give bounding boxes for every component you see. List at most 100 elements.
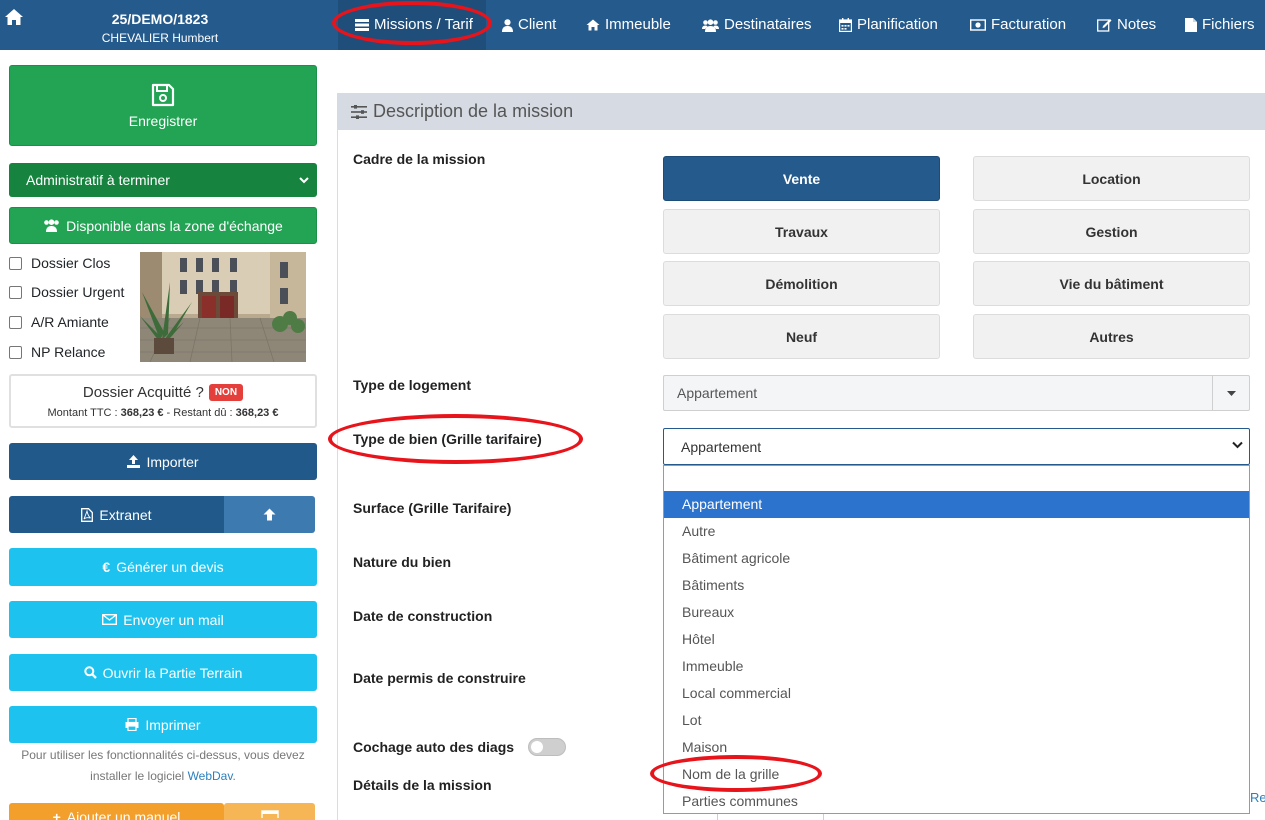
- send-mail-button[interactable]: Envoyer un mail: [9, 601, 317, 638]
- tab-missions-tarif[interactable]: Missions / Tarif: [355, 0, 473, 50]
- dropdown-option[interactable]: Nom de la grille: [664, 761, 1249, 788]
- label-cochage-auto: Cochage auto des diags: [353, 739, 515, 755]
- dropdown-option[interactable]: Appartement: [664, 491, 1249, 518]
- cadre-option-location[interactable]: Location: [973, 156, 1250, 201]
- checkbox-box[interactable]: [9, 285, 22, 299]
- dropdown-option[interactable]: Lot: [664, 707, 1249, 734]
- property-photo[interactable]: [140, 252, 306, 362]
- sliders-icon: [351, 104, 367, 119]
- cadre-option-neuf[interactable]: Neuf: [663, 314, 940, 359]
- import-button[interactable]: Importer: [9, 443, 317, 480]
- dossier-status-select[interactable]: Administratif à terminer: [9, 163, 317, 197]
- tab-destinataires[interactable]: Destinataires: [702, 0, 812, 50]
- webdav-note-end: .: [232, 769, 236, 783]
- envelope-icon: [102, 614, 118, 625]
- panel-title: Description de la mission: [373, 101, 574, 121]
- cadre-option-vente[interactable]: Vente: [663, 156, 940, 201]
- cadre-option-travaux[interactable]: Travaux: [663, 209, 940, 254]
- add-manual-secondary-button[interactable]: [224, 803, 315, 820]
- tab-immeuble[interactable]: Immeuble: [586, 0, 671, 50]
- dropdown-option[interactable]: Local commercial: [664, 680, 1249, 707]
- dropdown-option[interactable]: Parties communes: [664, 788, 1249, 815]
- dropdown-option[interactable]: Bureaux: [664, 599, 1249, 626]
- relier-link-fragment[interactable]: Relie: [1250, 790, 1265, 805]
- print-button[interactable]: Imprimer: [9, 706, 317, 743]
- list-icon: [355, 19, 369, 31]
- webdav-note-text: Pour utiliser les fonctionnalités ci-des…: [21, 748, 305, 783]
- calendar-icon: [260, 809, 279, 818]
- save-button[interactable]: Enregistrer: [9, 65, 317, 146]
- euro-icon: €: [102, 559, 111, 575]
- checkbox-box[interactable]: [9, 315, 22, 329]
- dropdown-option[interactable]: Bâtiments: [664, 572, 1249, 599]
- dropdown-option[interactable]: Maison: [664, 734, 1249, 761]
- file-icon: [1185, 18, 1197, 32]
- tab-planification-label: Planification: [857, 16, 938, 33]
- open-terrain-button[interactable]: Ouvrir la Partie Terrain: [9, 654, 317, 691]
- tab-missions-tarif-label: Missions / Tarif: [374, 16, 473, 33]
- type-bien-select[interactable]: Appartement: [663, 428, 1250, 465]
- checkbox-label: Dossier Clos: [31, 255, 111, 271]
- floppy-disk-icon: [151, 83, 175, 106]
- dropdown-option[interactable]: Bâtiment agricole: [664, 545, 1249, 572]
- send-mail-label: Envoyer un mail: [123, 611, 224, 628]
- checkbox-np-relance[interactable]: NP Relance: [9, 344, 105, 360]
- checkbox-label: Dossier Urgent: [31, 284, 125, 300]
- tab-notes[interactable]: Notes: [1097, 0, 1156, 50]
- top-navbar: 25/DEMO/1823 CHEVALIER Humbert Missions …: [0, 0, 1265, 50]
- label-date-construction: Date de construction: [353, 608, 493, 624]
- generate-quote-label: Générer un devis: [116, 559, 224, 575]
- tab-immeuble-label: Immeuble: [605, 16, 671, 33]
- pdf-file-icon: [81, 507, 94, 522]
- extranet-upload-button[interactable]: [224, 496, 315, 533]
- checkbox-dossier-urgent[interactable]: Dossier Urgent: [9, 284, 124, 300]
- dropdown-search-area[interactable]: [664, 466, 1249, 492]
- label-type-bien: Type de bien (Grille tarifaire): [353, 431, 542, 447]
- acquittement-amounts: Montant TTC : 368,23 € - Restant dû : 36…: [11, 407, 315, 419]
- checkbox-label: NP Relance: [31, 344, 106, 360]
- generate-quote-button[interactable]: € Générer un devis: [9, 548, 317, 586]
- restant-label: Restant dû :: [173, 407, 236, 419]
- status-badge: NON: [208, 384, 244, 401]
- checkbox-box[interactable]: [9, 256, 22, 270]
- cadre-option-demolition[interactable]: Démolition: [663, 261, 940, 306]
- label-type-logement: Type de logement: [353, 377, 471, 393]
- home-icon[interactable]: [4, 8, 26, 28]
- type-bien-dropdown: Appartement Autre Bâtiment agricole Bâti…: [663, 465, 1250, 814]
- add-manual-button[interactable]: + Ajouter un manuel: [9, 803, 224, 820]
- users-icon: [702, 18, 719, 32]
- type-logement-select[interactable]: Appartement: [663, 375, 1250, 411]
- label-nature-bien: Nature du bien: [353, 554, 452, 570]
- webdav-link[interactable]: WebDav: [188, 769, 233, 783]
- exchange-zone-button[interactable]: Disponible dans la zone d'échange: [9, 207, 317, 244]
- caret-down-icon[interactable]: [1212, 376, 1249, 410]
- webdav-note: Pour utiliser les fonctionnalités ci-des…: [9, 745, 317, 787]
- dropdown-option[interactable]: Immeuble: [664, 653, 1249, 680]
- dossier-id: 25/DEMO/1823: [111, 11, 209, 27]
- tab-fichiers[interactable]: Fichiers: [1185, 0, 1255, 50]
- tab-client[interactable]: Client: [502, 0, 556, 50]
- label-cadre-mission: Cadre de la mission: [353, 151, 486, 167]
- cadre-option-autres[interactable]: Autres: [973, 314, 1250, 359]
- checkbox-dossier-clos[interactable]: Dossier Clos: [9, 255, 110, 271]
- tab-facturation[interactable]: Facturation: [970, 0, 1066, 50]
- amount-separator: -: [163, 407, 174, 419]
- dropdown-option[interactable]: Autre: [664, 518, 1249, 545]
- acquittement-title: Dossier Acquitté ?: [82, 384, 204, 401]
- extranet-button[interactable]: Extranet: [9, 496, 224, 533]
- checkbox-box[interactable]: [9, 345, 22, 359]
- tab-notes-label: Notes: [1117, 16, 1157, 33]
- arrow-up-icon: [263, 508, 276, 521]
- plus-icon: +: [52, 809, 61, 820]
- dropdown-option[interactable]: Hôtel: [664, 626, 1249, 653]
- cadre-option-gestion[interactable]: Gestion: [973, 209, 1250, 254]
- search-icon: [83, 666, 97, 679]
- acquittement-title-row: Dossier Acquitté ? NON: [11, 384, 315, 401]
- tab-planification[interactable]: Planification: [839, 0, 938, 50]
- checkbox-ar-amiante[interactable]: A/R Amiante: [9, 314, 109, 330]
- dossier-client-name: CHEVALIER Humbert: [101, 31, 219, 45]
- user-icon: [502, 18, 513, 32]
- cochage-auto-toggle[interactable]: [528, 738, 566, 756]
- cadre-option-vie-batiment[interactable]: Vie du bâtiment: [973, 261, 1250, 306]
- money-icon: [970, 19, 986, 31]
